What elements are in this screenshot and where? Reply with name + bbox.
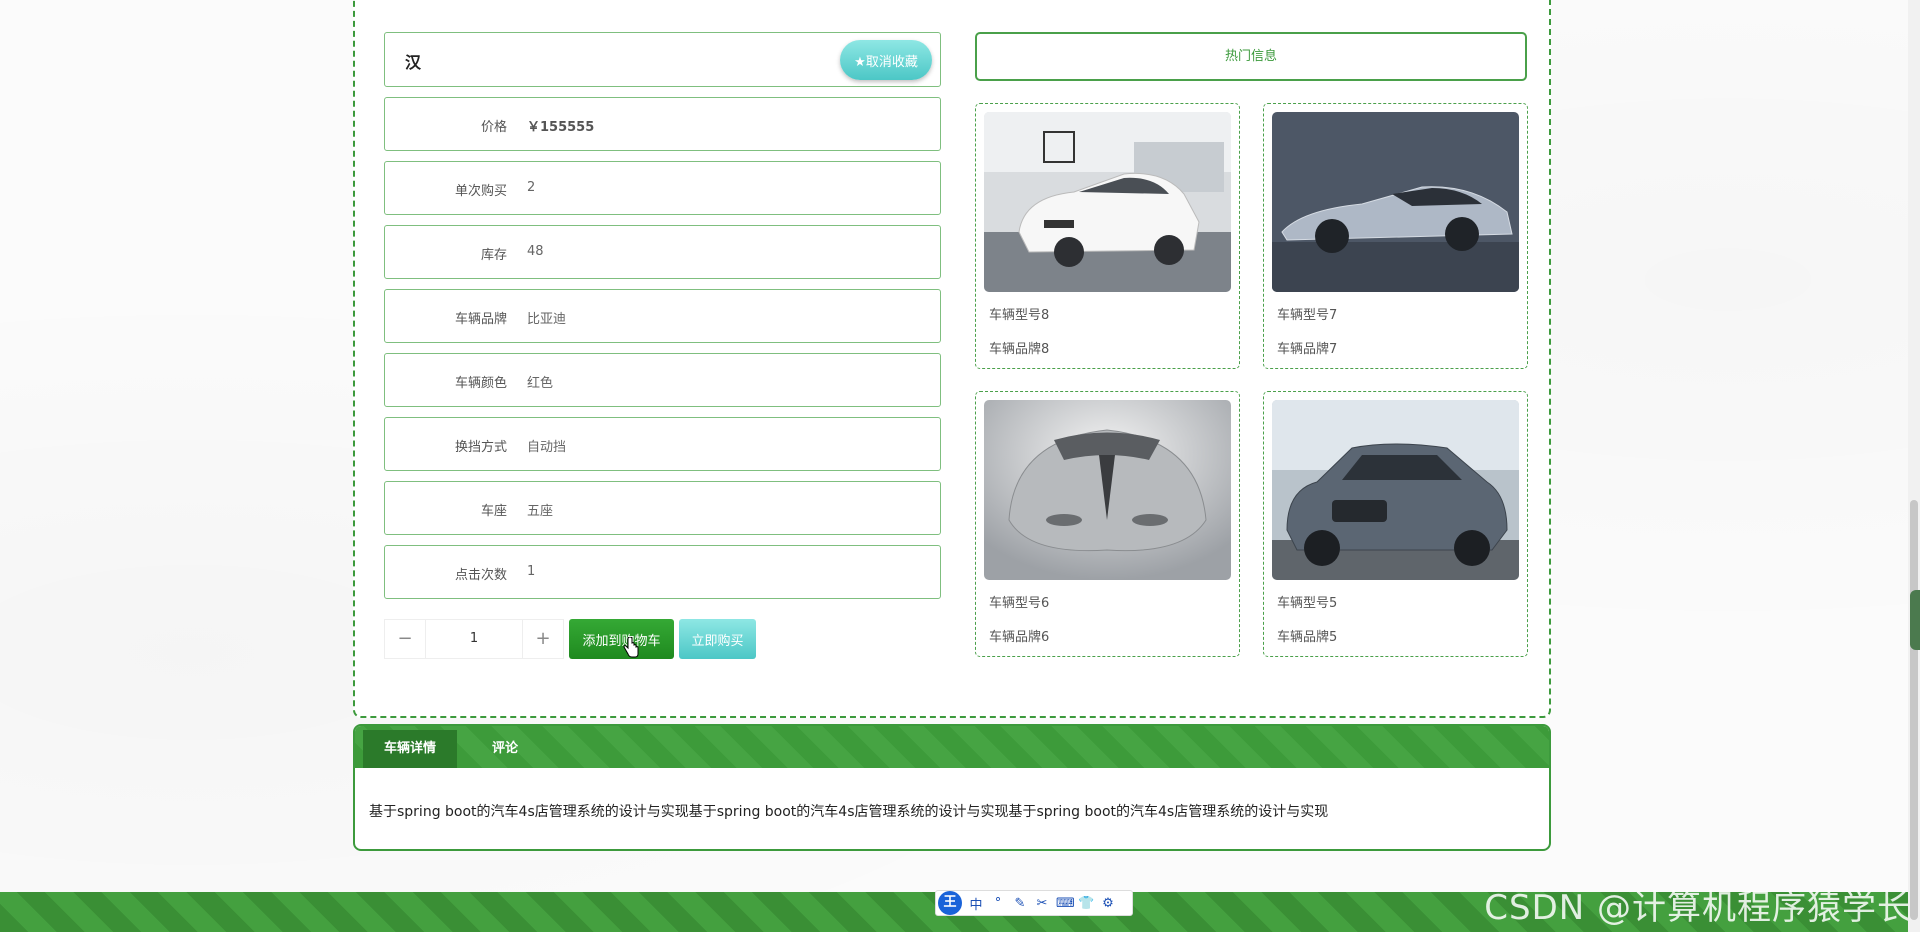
card-brand: 车辆品牌7 bbox=[1277, 342, 1338, 357]
add-to-cart-button[interactable]: 添加到购物车 bbox=[569, 619, 674, 659]
product-title-box: 汉 ★取消收藏 bbox=[384, 32, 941, 87]
card-model: 车辆型号6 bbox=[989, 596, 1050, 611]
info-row-single-purchase: 单次购买 2 bbox=[384, 161, 941, 215]
increment-button[interactable]: + bbox=[522, 620, 563, 658]
info-row-stock: 库存 48 bbox=[384, 225, 941, 279]
hot-card[interactable]: 车辆型号8 车辆品牌8 bbox=[975, 103, 1240, 369]
ime-skin-icon[interactable]: 👕 bbox=[1078, 896, 1094, 911]
info-label: 车座 bbox=[480, 504, 507, 519]
info-label: 价格 bbox=[480, 120, 507, 135]
car-image bbox=[1272, 400, 1519, 580]
ime-keyboard-icon[interactable]: ⌨ bbox=[1056, 896, 1075, 911]
tab-comments[interactable]: 评论 bbox=[473, 730, 537, 768]
hand-cursor-icon bbox=[623, 637, 639, 658]
ime-handwrite-icon[interactable]: ✎ bbox=[1012, 896, 1028, 911]
tab-vehicle-detail[interactable]: 车辆详情 bbox=[363, 730, 457, 768]
ime-toolbar[interactable]: 王 中 ° ✎ ✂ ⌨ 👕 ⚙ bbox=[935, 890, 1133, 916]
info-label: 换挡方式 bbox=[454, 440, 507, 455]
info-label: 点击次数 bbox=[454, 568, 507, 583]
card-brand: 车辆品牌8 bbox=[989, 342, 1050, 357]
info-label: 车辆颜色 bbox=[454, 376, 507, 391]
info-label: 单次购买 bbox=[454, 184, 507, 199]
unfavorite-button[interactable]: ★取消收藏 bbox=[840, 40, 932, 80]
ime-logo-icon[interactable]: 王 bbox=[938, 891, 962, 915]
ime-settings-icon[interactable]: ⚙ bbox=[1100, 896, 1116, 911]
quantity-stepper: − 1 + bbox=[384, 619, 564, 659]
hot-card[interactable]: 车辆型号6 车辆品牌6 bbox=[975, 391, 1240, 657]
quantity-input[interactable]: 1 bbox=[425, 620, 523, 658]
card-brand: 车辆品牌5 bbox=[1277, 630, 1338, 645]
info-row-clicks: 点击次数 1 bbox=[384, 545, 941, 599]
hot-card[interactable]: 车辆型号7 车辆品牌7 bbox=[1263, 103, 1528, 369]
ime-punctuation-icon[interactable]: ° bbox=[990, 896, 1006, 911]
info-row-seats: 车座 五座 bbox=[384, 481, 941, 535]
info-value: 2 bbox=[527, 180, 536, 195]
info-row-transmission: 换挡方式 自动挡 bbox=[384, 417, 941, 471]
info-value: 红色 bbox=[527, 376, 554, 391]
info-row-color: 车辆颜色 红色 bbox=[384, 353, 941, 407]
tab-bar: 车辆详情 评论 bbox=[355, 726, 1549, 768]
info-value: 自动挡 bbox=[527, 440, 567, 455]
card-model: 车辆型号8 bbox=[989, 308, 1050, 323]
hot-info-header: 热门信息 bbox=[975, 32, 1527, 81]
buy-now-button[interactable]: 立即购买 bbox=[679, 619, 756, 659]
info-value: 48 bbox=[527, 244, 544, 259]
side-widget-tab[interactable] bbox=[1910, 590, 1920, 650]
card-model: 车辆型号5 bbox=[1277, 596, 1338, 611]
card-model: 车辆型号7 bbox=[1277, 308, 1338, 323]
product-title: 汉 bbox=[405, 53, 422, 72]
ime-scissors-icon[interactable]: ✂ bbox=[1034, 896, 1050, 911]
detail-panel: 车辆详情 评论 基于spring boot的汽车4s店管理系统的设计与实现基于s… bbox=[353, 724, 1551, 851]
car-image bbox=[1272, 112, 1519, 292]
info-row-price: 价格 ￥155555 bbox=[384, 97, 941, 151]
scrollbar-thumb[interactable] bbox=[1910, 500, 1918, 920]
price-value: ￥155555 bbox=[527, 120, 595, 135]
car-image bbox=[984, 400, 1231, 580]
info-label: 车辆品牌 bbox=[454, 312, 507, 327]
info-row-brand: 车辆品牌 比亚迪 bbox=[384, 289, 941, 343]
ime-chinese-mode-icon[interactable]: 中 bbox=[968, 894, 984, 913]
decrement-button[interactable]: − bbox=[385, 620, 426, 658]
info-value: 1 bbox=[527, 564, 536, 579]
card-brand: 车辆品牌6 bbox=[989, 630, 1050, 645]
watermark: CSDN @计算机程序猿学长 bbox=[1484, 888, 1912, 928]
car-image bbox=[984, 112, 1231, 292]
info-value: 五座 bbox=[527, 504, 554, 519]
detail-description: 基于spring boot的汽车4s店管理系统的设计与实现基于spring bo… bbox=[369, 804, 1329, 820]
info-value: 比亚迪 bbox=[527, 312, 567, 327]
info-label: 库存 bbox=[480, 248, 507, 263]
hot-card[interactable]: 车辆型号5 车辆品牌5 bbox=[1263, 391, 1528, 657]
